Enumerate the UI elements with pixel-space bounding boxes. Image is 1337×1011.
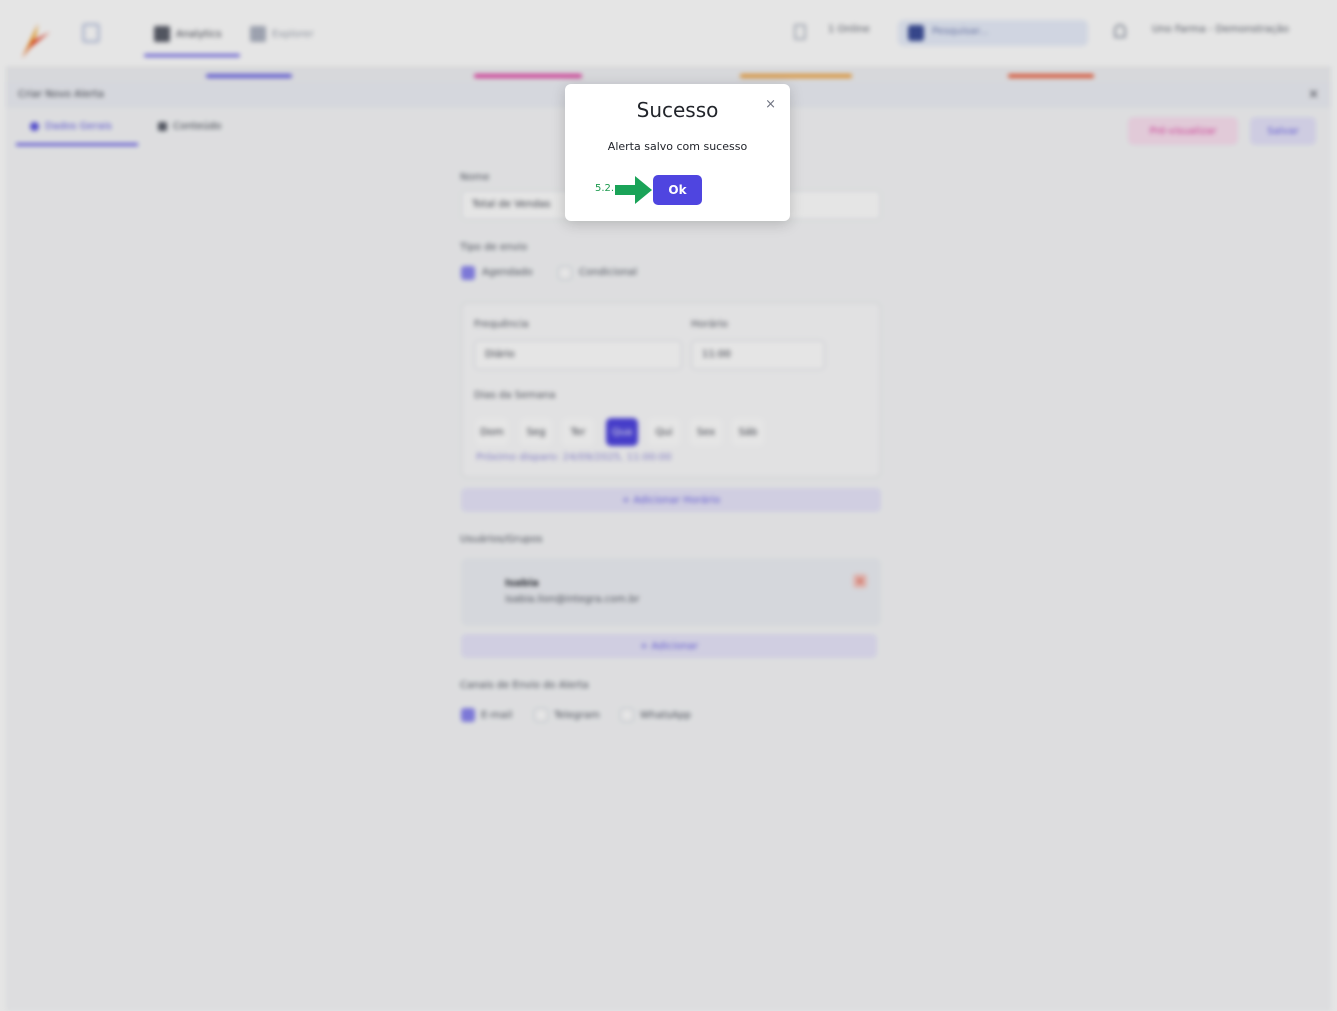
arrow-right-icon — [615, 176, 652, 204]
dialog-message: Alerta salvo com sucesso — [607, 140, 748, 153]
step-annotation: 5.2. — [595, 183, 615, 194]
dialog-title: Sucesso — [636, 98, 719, 122]
close-icon[interactable]: × — [765, 97, 776, 112]
success-dialog: Sucesso × Alerta salvo com sucesso 5.2. … — [565, 84, 790, 221]
ok-button[interactable]: Ok — [653, 175, 702, 205]
